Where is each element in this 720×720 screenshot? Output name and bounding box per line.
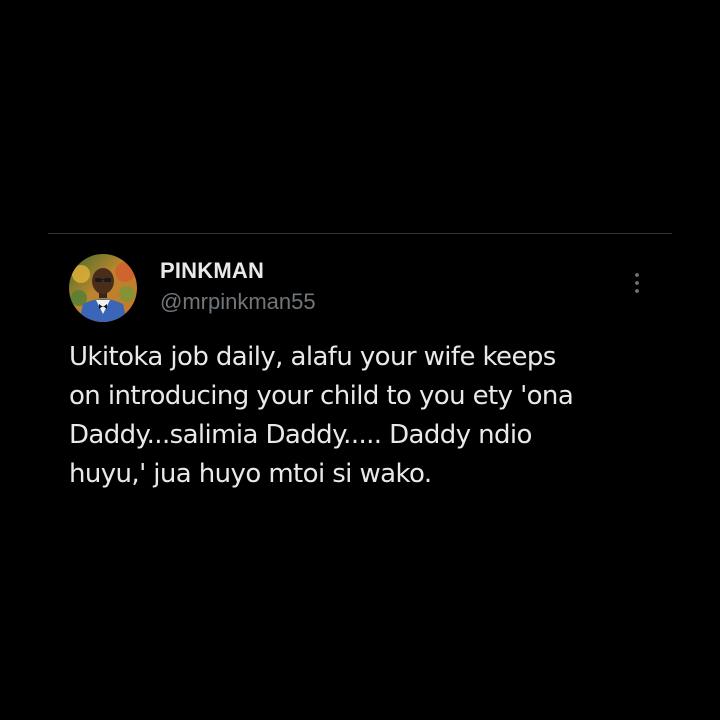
more-vertical-icon (635, 273, 639, 293)
tweet-text-line: Daddy...salimia Daddy..... Daddy ndio (69, 420, 532, 450)
avatar[interactable] (69, 254, 137, 322)
avatar-photo (69, 254, 137, 322)
tweet-text-line: huyu,' jua huyo mtoi si wako. (69, 459, 432, 489)
display-name[interactable]: PINKMAN (160, 258, 264, 284)
tweet-text: Ukitoka job daily, alafu your wife keeps… (69, 338, 669, 494)
more-options-button[interactable] (624, 266, 650, 300)
tweet-text-line: Ukitoka job daily, alafu your wife keeps (69, 342, 556, 372)
user-handle[interactable]: @mrpinkman55 (160, 289, 316, 315)
tweet-text-line: on introducing your child to you ety 'on… (69, 381, 574, 411)
tweet-card: PINKMAN @mrpinkman55 Ukitoka job daily, … (0, 0, 720, 720)
